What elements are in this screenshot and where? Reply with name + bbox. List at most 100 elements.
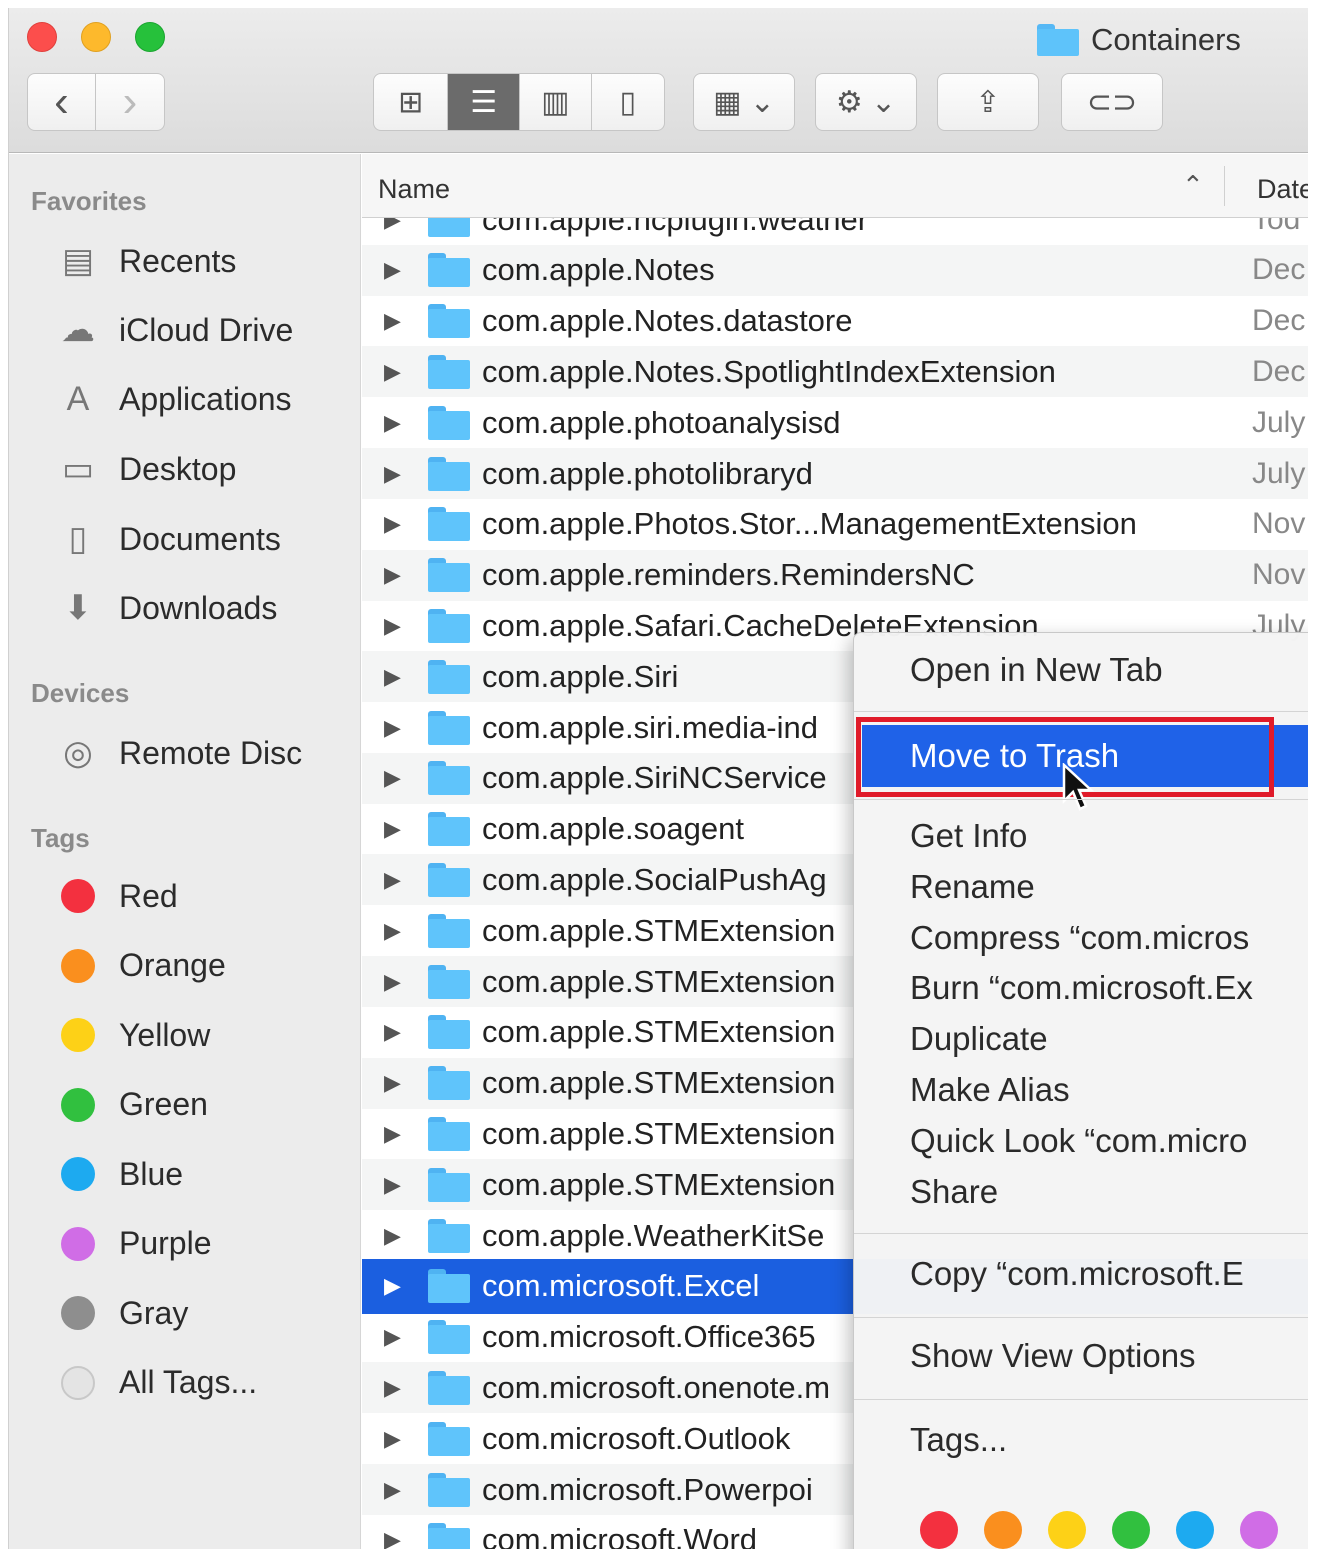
sidebar-tag-purple[interactable]: Purple bbox=[53, 1219, 212, 1269]
share-button[interactable]: ⇪ bbox=[937, 73, 1039, 131]
menu-item-show-view-options[interactable]: Show View Options bbox=[910, 1337, 1196, 1375]
menu-item-burn[interactable]: Burn “com.microsoft.Ex bbox=[910, 969, 1253, 1007]
sidebar-item-downloads[interactable]: ⬇ Downloads bbox=[53, 583, 278, 633]
disclosure-triangle-icon[interactable]: ▶ bbox=[384, 1070, 414, 1096]
column-header-name[interactable]: Name bbox=[378, 174, 450, 205]
disclosure-triangle-icon[interactable]: ▶ bbox=[384, 1375, 414, 1401]
file-date: Dec bbox=[1252, 253, 1306, 287]
menu-tag-color-button[interactable] bbox=[920, 1511, 958, 1549]
nav-buttons: ‹ › bbox=[27, 73, 165, 131]
sidebar-item-desktop[interactable]: ▭ Desktop bbox=[53, 444, 236, 494]
icon-view-button[interactable]: ⊞ bbox=[374, 74, 449, 130]
menu-item-compress[interactable]: Compress “com.micros bbox=[910, 919, 1249, 957]
menu-item-tags[interactable]: Tags... bbox=[910, 1421, 1007, 1459]
disclosure-triangle-icon[interactable]: ▶ bbox=[384, 1019, 414, 1045]
tag-color-dot-icon bbox=[61, 1365, 95, 1400]
sidebar-tag-green[interactable]: Green bbox=[53, 1080, 208, 1130]
menu-item-share[interactable]: Share bbox=[910, 1173, 998, 1211]
folder-icon bbox=[428, 608, 472, 643]
disclosure-triangle-icon[interactable]: ▶ bbox=[384, 613, 414, 639]
disclosure-triangle-icon[interactable]: ▶ bbox=[384, 359, 414, 385]
menu-tag-color-button[interactable] bbox=[1048, 1511, 1086, 1549]
table-row[interactable]: ▶ com.apple.reminders.RemindersNC Nov bbox=[362, 549, 1308, 601]
disclosure-triangle-icon[interactable]: ▶ bbox=[384, 218, 414, 233]
table-row[interactable]: ▶ com.apple.Notes.SpotlightIndexExtension… bbox=[362, 346, 1308, 398]
disclosure-triangle-icon[interactable]: ▶ bbox=[384, 1477, 414, 1503]
disclosure-triangle-icon[interactable]: ▶ bbox=[384, 308, 414, 334]
disclosure-triangle-icon[interactable]: ▶ bbox=[384, 715, 414, 741]
group-by-button[interactable]: ▦ ⌄ bbox=[693, 73, 795, 131]
menu-tag-color-button[interactable] bbox=[1176, 1511, 1214, 1549]
disclosure-triangle-icon[interactable]: ▶ bbox=[384, 969, 414, 995]
sidebar-tag-blue[interactable]: Blue bbox=[53, 1149, 183, 1199]
column-view-button[interactable]: ▥ bbox=[520, 74, 592, 130]
table-row[interactable]: ▶ com.apple.Photos.Stor...ManagementExten… bbox=[362, 499, 1308, 550]
action-button[interactable]: ⚙ ⌄ bbox=[815, 73, 917, 131]
menu-item-make-alias[interactable]: Make Alias bbox=[910, 1071, 1070, 1109]
menu-tag-color-button[interactable] bbox=[984, 1511, 1022, 1549]
disclosure-triangle-icon[interactable]: ▶ bbox=[384, 816, 414, 842]
list-header: Name ⌃ Date bbox=[362, 154, 1308, 218]
sidebar-tag-orange[interactable]: Orange bbox=[53, 941, 226, 991]
menu-tag-color-button[interactable] bbox=[1240, 1511, 1278, 1549]
table-row[interactable]: ▶ com.apple.photoanalysisd July bbox=[362, 397, 1308, 448]
disclosure-triangle-icon[interactable]: ▶ bbox=[384, 765, 414, 791]
disclosure-triangle-icon[interactable]: ▶ bbox=[384, 1223, 414, 1249]
chevron-left-icon: ‹ bbox=[54, 77, 69, 126]
table-row[interactable]: ▶ com.apple.Notes Dec bbox=[362, 244, 1308, 296]
sort-ascending-icon[interactable]: ⌃ bbox=[1182, 170, 1204, 201]
gallery-view-button[interactable]: ▯ bbox=[592, 74, 664, 130]
menu-item-quick-look[interactable]: Quick Look “com.micro bbox=[910, 1122, 1247, 1160]
disclosure-triangle-icon[interactable]: ▶ bbox=[384, 461, 414, 487]
disclosure-triangle-icon[interactable]: ▶ bbox=[384, 1527, 414, 1549]
close-window-button[interactable] bbox=[27, 22, 57, 52]
forward-button[interactable]: › bbox=[96, 74, 164, 130]
column-divider[interactable] bbox=[1224, 166, 1225, 206]
disclosure-triangle-icon[interactable]: ▶ bbox=[384, 1426, 414, 1452]
menu-item-get-info[interactable]: Get Info bbox=[910, 817, 1027, 855]
window-title: Containers bbox=[1037, 22, 1241, 58]
disclosure-triangle-icon[interactable]: ▶ bbox=[384, 410, 414, 436]
sidebar-item-icloud-drive[interactable]: ☁ iCloud Drive bbox=[53, 305, 293, 355]
disclosure-triangle-icon[interactable]: ▶ bbox=[384, 1172, 414, 1198]
disclosure-triangle-icon[interactable]: ▶ bbox=[384, 511, 414, 537]
table-row[interactable]: ▶ com.apple.photolibraryd July bbox=[362, 448, 1308, 499]
back-button[interactable]: ‹ bbox=[28, 74, 96, 130]
zoom-window-button[interactable] bbox=[135, 22, 165, 52]
sidebar-tag-yellow[interactable]: Yellow bbox=[53, 1010, 210, 1060]
list-view-button[interactable]: ☰ bbox=[448, 74, 520, 130]
tags-button[interactable]: ⊂⊃ bbox=[1061, 73, 1163, 131]
sidebar-item-label: Gray bbox=[119, 1294, 189, 1331]
group-icon: ▦ ⌄ bbox=[713, 85, 775, 119]
sidebar-item-remote-disc[interactable]: ◎ Remote Disc bbox=[53, 728, 302, 778]
sidebar-item-label: Applications bbox=[119, 380, 292, 417]
menu-tag-color-button[interactable] bbox=[1112, 1511, 1150, 1549]
menu-item-copy[interactable]: Copy “com.microsoft.E bbox=[910, 1255, 1244, 1293]
table-row[interactable]: ▶ com.apple.Notes.datastore Dec bbox=[362, 296, 1308, 347]
sidebar-item-applications[interactable]: A Applications bbox=[53, 374, 292, 424]
sidebar-tag-red[interactable]: Red bbox=[53, 871, 178, 921]
sidebar-tag-alltags[interactable]: All Tags... bbox=[53, 1358, 257, 1408]
view-mode-segmented-control: ⊞ ☰ ▥ ▯ bbox=[373, 73, 665, 131]
disclosure-triangle-icon[interactable]: ▶ bbox=[384, 1121, 414, 1147]
sidebar-tag-gray[interactable]: Gray bbox=[53, 1288, 188, 1338]
disclosure-triangle-icon[interactable]: ▶ bbox=[384, 562, 414, 588]
disclosure-triangle-icon[interactable]: ▶ bbox=[384, 664, 414, 690]
documents-icon: ▯ bbox=[68, 520, 88, 558]
sidebar-item-recents[interactable]: ▤ Recents bbox=[53, 236, 236, 286]
disclosure-triangle-icon[interactable]: ▶ bbox=[384, 918, 414, 944]
column-header-date[interactable]: Date bbox=[1257, 174, 1308, 205]
disclosure-triangle-icon[interactable]: ▶ bbox=[384, 1324, 414, 1350]
folder-icon bbox=[428, 964, 472, 999]
table-row[interactable]: ▶ com.apple.ncplugin.weather Tod bbox=[362, 218, 1308, 245]
disclosure-triangle-icon[interactable]: ▶ bbox=[384, 867, 414, 893]
menu-item-duplicate[interactable]: Duplicate bbox=[910, 1020, 1048, 1058]
chevron-right-icon: › bbox=[122, 77, 138, 126]
folder-icon bbox=[428, 1523, 472, 1549]
menu-item-rename[interactable]: Rename bbox=[910, 868, 1035, 906]
menu-item-open-in-new-tab[interactable]: Open in New Tab bbox=[910, 651, 1163, 689]
sidebar-item-documents[interactable]: ▯ Documents bbox=[53, 514, 281, 564]
disclosure-triangle-icon[interactable]: ▶ bbox=[384, 1273, 414, 1299]
minimize-window-button[interactable] bbox=[81, 22, 111, 52]
disclosure-triangle-icon[interactable]: ▶ bbox=[384, 257, 414, 283]
